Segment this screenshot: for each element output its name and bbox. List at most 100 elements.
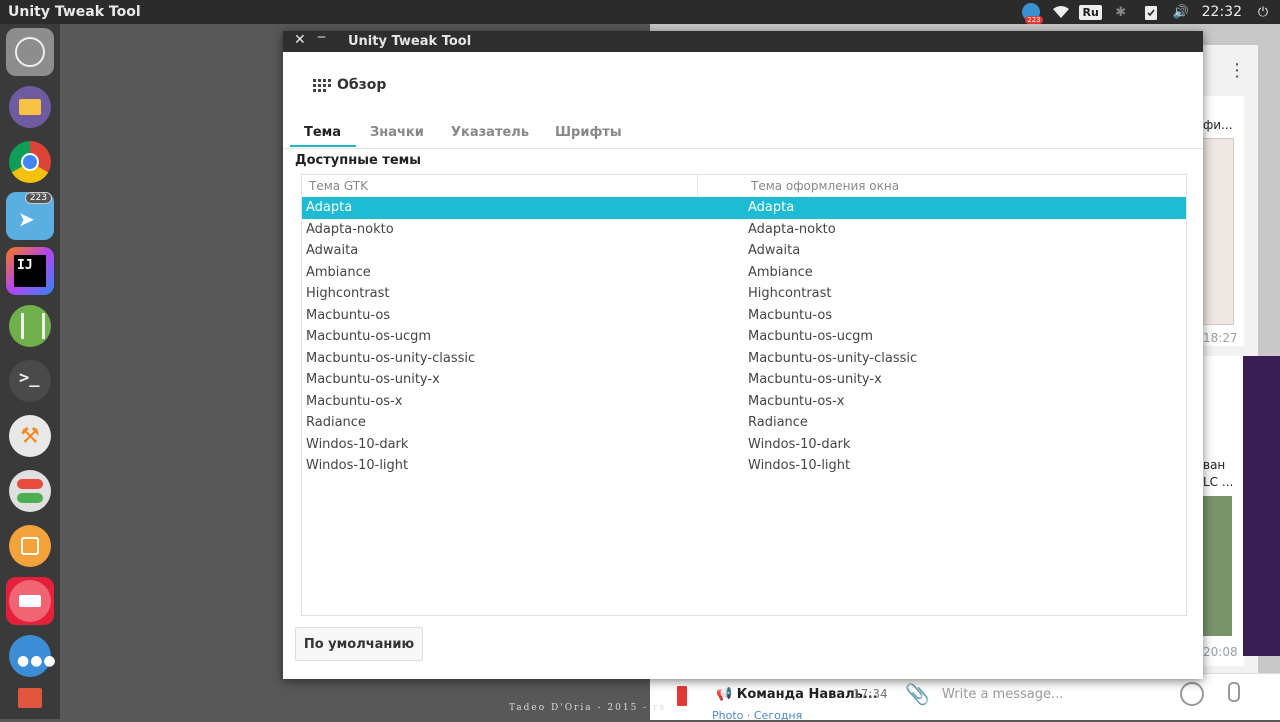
gtk-theme-cell: Macbuntu-os-ucgm [306,329,432,345]
overview-label: Обзор [337,77,387,93]
window-theme-cell: Macbuntu-os-ucgm [748,329,874,345]
theme-rows: Adapta Adapta Adapta-nokto Adapta-nokto Ad… [302,197,1186,477]
window-theme-cell: Adwaita [748,243,801,259]
window-theme-cell: Windos-10-dark [748,436,851,452]
restore-defaults-button[interactable]: По умолчанию [295,627,423,661]
clipboard-check-icon[interactable] [1142,3,1160,21]
launcher-files[interactable] [6,83,54,131]
chrome-icon [9,141,51,183]
window-titlebar: ✕ ‒ Unity Tweak Tool [283,29,1203,52]
table-row[interactable]: Macbuntu-os-ucgm Macbuntu-os-ucgm [302,326,1186,348]
background-snippet: фи... [1203,118,1233,132]
grid-icon [313,79,331,92]
table-row[interactable]: Radiance Radiance [302,412,1186,434]
launcher-telegram[interactable]: ➤ 223 [6,192,54,240]
tweak-toggle-icon [9,470,51,512]
tab-bar: Тема Значки Указатель Шрифты [283,122,1203,149]
active-app-title: Unity Tweak Tool [8,4,141,20]
table-row[interactable]: Macbuntu-os-x Macbuntu-os-x [302,391,1186,413]
table-row[interactable]: Adapta-nokto Adapta-nokto [302,219,1186,241]
keyboard-layout-indicator[interactable]: Ru [1079,3,1102,21]
launcher-android-studio[interactable] [6,302,54,350]
gtk-theme-cell: Macbuntu-os-x [306,393,403,409]
table-row[interactable]: Macbuntu-os-unity-classic Macbuntu-os-uni… [302,348,1186,370]
window-theme-cell: Windos-10-light [748,458,851,474]
table-row[interactable]: Adapta Adapta [302,197,1186,219]
column-separator [697,175,698,197]
column-header-window-theme[interactable]: Тема оформления окна [751,179,899,193]
terminal-icon: >_ [9,360,51,402]
chat-time: 17:34 [853,687,888,701]
launcher-more-apps[interactable]: ●●● [6,632,56,680]
unity-tweak-tool-window: ✕ ‒ Unity Tweak Tool Обзор Тема Значки У… [283,29,1203,679]
table-row[interactable]: Ambiance Ambiance [302,262,1186,284]
tab-fonts[interactable]: Шрифты [555,125,622,140]
list-header: Тема GTK Тема оформления окна [302,175,1186,198]
top-panel: Unity Tweak Tool 223 Ru ✱ 🔊 22:32 ⏻ [0,0,1280,24]
window-theme-cell: Macbuntu-os-x [748,393,845,409]
table-row[interactable]: Windos-10-dark Windos-10-dark [302,434,1186,456]
background-wallpaper-strip [1243,356,1280,656]
close-window-button[interactable]: ✕ [294,32,306,48]
minimize-window-button[interactable]: ‒ [317,29,326,45]
window-theme-cell: Macbuntu-os-unity-classic [748,350,918,366]
themes-list[interactable]: Тема GTK Тема оформления окна Adapta Adap… [301,174,1187,616]
window-theme-cell: Adapta [748,200,795,216]
launcher-ubuntu-dash[interactable] [6,28,54,76]
section-title: Доступные темы [295,153,422,168]
active-tab-indicator [290,145,356,147]
tray-badge: 223 [1025,16,1043,24]
tab-icons[interactable]: Значки [370,125,424,140]
background-image-preview [1200,496,1232,636]
attach-icon[interactable]: 📎 [905,682,930,706]
window-theme-cell: Ambiance [748,264,813,280]
emoji-icon[interactable] [1180,682,1204,706]
overview-button[interactable]: Обзор [313,77,386,93]
shopping-bag-icon [9,525,51,567]
tab-cursor[interactable]: Указатель [451,125,529,140]
megaphone-icon: 📢 [716,687,733,702]
keyboard-layout-text: Ru [1079,4,1102,20]
folder-icon [9,86,51,128]
table-row[interactable]: Macbuntu-os Macbuntu-os [302,305,1186,327]
gtk-theme-cell: Adapta [306,200,353,216]
inkscape-icon: ⚒ [9,415,51,457]
table-row[interactable]: Windos-10-light Windos-10-light [302,455,1186,477]
launcher-software-center[interactable] [6,522,54,570]
launcher-intellij[interactable]: IJ [6,247,54,295]
volume-icon[interactable]: 🔊 [1172,3,1190,21]
clock[interactable]: 22:32 [1202,4,1242,20]
chat-avatar [677,686,687,706]
gtk-theme-cell: Macbuntu-os [306,307,391,323]
launcher-app-store[interactable] [6,577,54,625]
background-snippet: ван [1203,458,1226,472]
microphone-icon[interactable] [1228,682,1240,702]
telegram-tray-icon[interactable]: 223 [1021,3,1043,24]
more-apps-icon: ●●● [9,635,56,677]
session-power-icon[interactable]: ⏻ [1254,3,1272,21]
window-theme-cell: Highcontrast [748,286,832,302]
launcher-unity-tweak-tool[interactable] [6,467,54,515]
gtk-theme-cell: Windos-10-dark [306,436,409,452]
table-row[interactable]: Highcontrast Highcontrast [302,283,1186,305]
message-input[interactable]: Write a message... [942,687,1063,702]
background-time: 20:08 [1203,645,1238,659]
launcher-terminal[interactable]: >_ [6,357,54,405]
bluetooth-icon[interactable]: ✱ [1112,3,1130,21]
intellij-icon: IJ [14,255,46,287]
window-theme-cell: Adapta-nokto [748,221,836,237]
tab-theme[interactable]: Тема [304,125,341,140]
wifi-icon[interactable] [1052,3,1070,21]
launcher-chrome[interactable] [6,138,54,186]
column-header-gtk[interactable]: Тема GTK [309,179,368,193]
table-row[interactable]: Macbuntu-os-unity-x Macbuntu-os-unity-x [302,369,1186,391]
background-snippet: LC ... [1203,475,1234,489]
launcher-inkscape[interactable]: ⚒ [6,412,54,460]
gtk-theme-cell: Macbuntu-os-unity-x [306,372,440,388]
app-store-icon [9,580,51,622]
gtk-theme-cell: Adwaita [306,243,359,259]
table-row[interactable]: Adwaita Adwaita [302,240,1186,262]
background-time: 18:27 [1203,331,1238,345]
launcher-trash[interactable] [6,684,54,716]
more-options-icon[interactable]: ⋮ [1228,60,1246,81]
